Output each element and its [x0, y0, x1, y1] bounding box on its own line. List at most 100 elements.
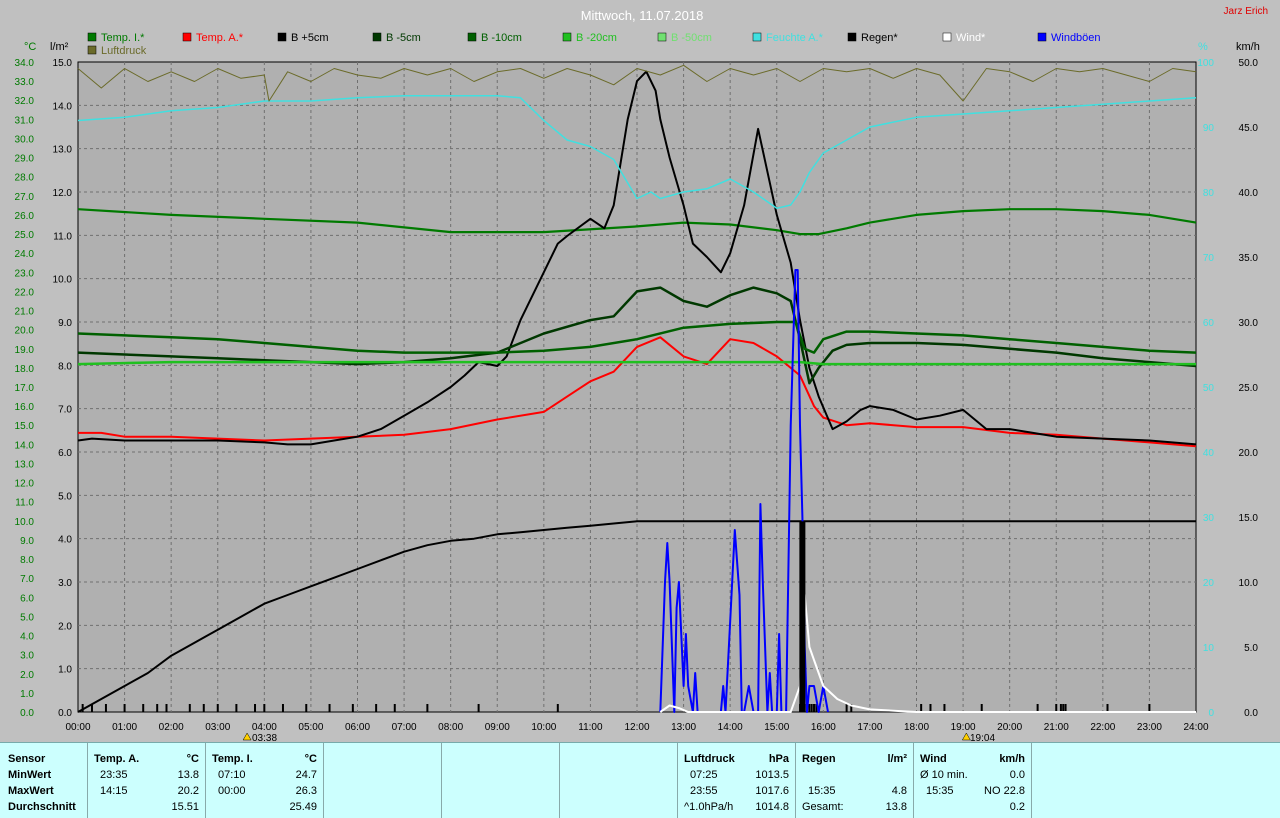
pressure-max-time: 23:55 [690, 785, 718, 797]
temp-tick-label: 2.0 [20, 670, 34, 681]
chart-title: Mittwoch, 11.07.2018 [581, 8, 704, 23]
temp-tick-label: 17.0 [15, 383, 35, 394]
legend-label: B -20cm [576, 32, 617, 44]
rain-max-value: 4.8 [891, 785, 907, 797]
temp-a-avg-value: 15.51 [171, 801, 199, 813]
humidity-tick-label: 0 [1208, 708, 1214, 719]
humidity-tick-label: 10 [1203, 643, 1215, 654]
temp-a-min-value: 13.8 [177, 769, 199, 781]
humidity-tick-label: 60 [1203, 318, 1215, 329]
x-tick-label: 00:00 [65, 722, 90, 733]
legend-swatch [847, 32, 857, 42]
temp-tick-label: 33.0 [15, 77, 35, 88]
rain-tick-label: 9.0 [58, 318, 72, 329]
temp-i-min-time: 07:10 [218, 769, 246, 781]
wind-tick-label: 10.0 [1239, 578, 1259, 589]
x-tick-label: 03:00 [205, 722, 230, 733]
wind-max-value: NO 22.8 [984, 785, 1025, 797]
legend-label: B +5cm [291, 32, 329, 44]
legend-swatch [182, 32, 192, 42]
temp-tick-label: 34.0 [15, 58, 35, 69]
x-tick-label: 09:00 [485, 722, 510, 733]
wind-tick-label: 35.0 [1239, 253, 1259, 264]
humidity-tick-label: 40 [1203, 448, 1215, 459]
x-tick-label: 13:00 [671, 722, 696, 733]
sunrise-icon [242, 732, 252, 741]
wind-tick-label: 50.0 [1239, 58, 1259, 69]
legend-swatch [372, 32, 382, 42]
left-unit-temp: °C [24, 41, 36, 53]
wind-mean-value: 0.2 [1009, 801, 1025, 813]
temp-a-unit: °C [186, 753, 199, 765]
legend-swatch [277, 32, 287, 42]
legend-swatch [467, 32, 477, 42]
legend-label: Regen* [861, 32, 898, 44]
humidity-tick-label: 70 [1203, 253, 1215, 264]
rain-tick-label: 12.0 [53, 188, 73, 199]
pressure-max-value: 1017.6 [755, 785, 789, 797]
sun-markers: 03:38 19:04 [242, 732, 995, 742]
temp-tick-label: 18.0 [15, 364, 35, 375]
rain-tick-label: 0.0 [58, 708, 72, 719]
stats-col-rain: Regen l/m² 15:35 4.8 Gesamt: 13.8 [796, 743, 914, 818]
x-tick-label: 20:00 [997, 722, 1022, 733]
temp-tick-label: 28.0 [15, 173, 35, 184]
temp-tick-label: 30.0 [15, 134, 35, 145]
rain-tick-label: 14.0 [53, 101, 73, 112]
x-tick-label: 17:00 [857, 722, 882, 733]
x-tick-label: 14:00 [718, 722, 743, 733]
temp-a-max-time: 14:15 [100, 785, 128, 797]
left-unit-rain: l/m² [50, 41, 69, 53]
temp-tick-label: 6.0 [20, 593, 34, 604]
sensor-header: Sensor [8, 753, 46, 765]
x-tick-label: 11:00 [578, 722, 603, 733]
temp-tick-label: 23.0 [15, 268, 35, 279]
legend-swatch [562, 32, 572, 42]
temp-tick-label: 3.0 [20, 651, 34, 662]
legend-label: Luftdruck [101, 45, 147, 57]
rain-tick-label: 15.0 [53, 58, 73, 69]
temp-i-max-value: 26.3 [295, 785, 317, 797]
stats-panel: Sensor MinWert MaxWert Durchschnitt Temp… [0, 742, 1280, 818]
legend-label: Windböen [1051, 32, 1101, 44]
x-tick-label: 21:00 [1044, 722, 1069, 733]
legend-label: B -50cm [671, 32, 712, 44]
x-tick-label: 04:00 [252, 722, 277, 733]
legend-label: Temp. I.* [101, 32, 145, 44]
rain-tick-label: 2.0 [58, 621, 72, 632]
legend-swatch [87, 45, 97, 55]
temp-tick-label: 11.0 [15, 498, 34, 509]
sunrise-time: 03:38 [252, 733, 277, 742]
legend-label: Temp. A.* [196, 32, 244, 44]
wind-tick-label: 25.0 [1239, 383, 1259, 394]
sunset-time: 19:04 [970, 733, 995, 742]
temp-i-max-time: 00:00 [218, 785, 246, 797]
legend-swatch [752, 32, 762, 42]
pressure-title: Luftdruck [684, 753, 735, 765]
rain-tick-label: 8.0 [58, 361, 72, 372]
temp-tick-label: 22.0 [15, 287, 35, 298]
legend-swatch [657, 32, 667, 42]
pressure-avg-value: 1014.8 [755, 801, 789, 813]
wind-title: Wind [920, 753, 947, 765]
temp-tick-label: 14.0 [15, 440, 35, 451]
pressure-unit: hPa [768, 753, 789, 765]
rain-tick-label: 5.0 [58, 491, 72, 502]
rain-unit: l/m² [887, 753, 907, 765]
temp-tick-label: 15.0 [15, 421, 35, 432]
stats-col-temp-a: Temp. A. °C 23:35 13.8 14:15 20.2 15.51 [88, 743, 206, 818]
temp-tick-label: 0.0 [20, 708, 34, 719]
x-tick-label: 22:00 [1090, 722, 1115, 733]
x-tick-label: 10:00 [531, 722, 556, 733]
temp-tick-label: 27.0 [15, 192, 35, 203]
temp-tick-label: 7.0 [20, 574, 34, 585]
x-tick-label: 05:00 [298, 722, 323, 733]
rain-tick-label: 1.0 [58, 665, 72, 676]
temp-i-avg-value: 25.49 [289, 801, 317, 813]
humidity-tick-label: 90 [1203, 123, 1215, 134]
pressure-min-value: 1013.5 [755, 769, 789, 781]
temp-tick-label: 20.0 [15, 326, 35, 337]
rain-max-time: 15:35 [808, 785, 836, 797]
rain-tick-label: 10.0 [53, 275, 73, 286]
temp-tick-label: 5.0 [20, 612, 34, 623]
